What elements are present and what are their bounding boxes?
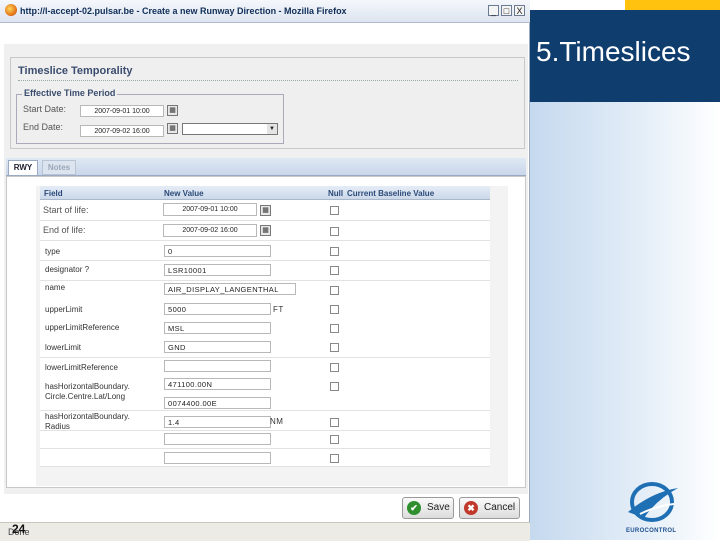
close-icon: ✖ (464, 501, 478, 515)
save-button[interactable]: ✔ Save (402, 497, 454, 519)
null-checkbox-empty[interactable] (330, 454, 339, 463)
radius-input[interactable]: 1.4 (164, 416, 271, 428)
save-button-label: Save (427, 502, 450, 513)
field-label-upper-limit-reference: upperLimitReference (45, 323, 120, 332)
null-checkbox-name[interactable] (330, 286, 339, 295)
section-divider (18, 80, 518, 81)
start-date-input[interactable]: 2007-09-01 10:00 (80, 105, 164, 117)
end-of-life-calendar-icon[interactable]: ▦ (260, 225, 271, 236)
end-date-input[interactable]: 2007-09-02 16:00 (80, 125, 164, 137)
field-label-line: Radius (45, 421, 70, 431)
column-header-null: Null (328, 189, 344, 198)
field-label-line: hasHorizontalBoundary. (45, 382, 130, 391)
field-label-designator: designator ? (45, 265, 90, 274)
field-label-type: type (45, 247, 61, 256)
end-date-label: End Date: (23, 122, 64, 132)
field-label-start-of-life: Start of life: (43, 205, 89, 215)
empty-field-input[interactable] (164, 433, 271, 445)
eurocontrol-logo: EUROCONTROL (622, 478, 682, 540)
maximize-button[interactable]: □ (501, 5, 512, 16)
start-of-life-input[interactable]: 2007-09-01 10:00 (163, 203, 257, 216)
null-checkbox-radius[interactable] (330, 418, 339, 427)
field-label-end-of-life: End of life: (43, 225, 86, 235)
name-input[interactable]: AIR_DISPLAY_LANGENTHAL (164, 283, 296, 295)
field-label-lower-limit-reference: lowerLimitReference (45, 363, 118, 372)
field-label-name: name (45, 283, 66, 292)
radius-unit: NM (270, 417, 284, 426)
lower-limit-input[interactable]: GND (164, 341, 271, 353)
designator-input[interactable]: LSR10001 (164, 264, 271, 276)
start-date-label: Start Date: (23, 104, 67, 114)
end-date-select[interactable]: ▼ (182, 123, 278, 135)
null-checkbox-circle-centre[interactable] (330, 382, 339, 391)
end-of-life-input[interactable]: 2007-09-02 16:00 (163, 224, 257, 237)
circle-centre-lat-input[interactable]: 471100.00N (164, 378, 271, 390)
cancel-button[interactable]: ✖ Cancel (459, 497, 520, 519)
field-label-circle-centre: hasHorizontalBoundary. Circle.Centre.Lat… (45, 382, 130, 401)
cancel-button-label: Cancel (484, 502, 516, 513)
slide-top-accent (625, 0, 720, 10)
null-checkbox-end-of-life[interactable] (330, 227, 339, 236)
field-label-upper-limit: upperLimit (45, 305, 83, 314)
tab-notes[interactable]: Notes (42, 160, 76, 175)
page-number: 24 (12, 522, 26, 536)
temporality-title: Timeslice Temporality (18, 65, 133, 77)
null-checkbox-designator[interactable] (330, 266, 339, 275)
null-checkbox-upper-limit[interactable] (330, 305, 339, 314)
close-window-button[interactable]: X (514, 5, 525, 16)
start-date-calendar-icon[interactable]: ▦ (167, 105, 178, 116)
logo-text: EUROCONTROL (626, 528, 677, 534)
field-label-lower-limit: lowerLimit (45, 343, 82, 352)
start-of-life-calendar-icon[interactable]: ▦ (260, 205, 271, 216)
column-header-baseline: Current Baseline Value (347, 189, 435, 198)
circle-centre-long-input[interactable]: 0074400.00E (164, 397, 271, 409)
tab-strip (6, 158, 526, 176)
slide-title: 5.Timeslices (536, 36, 691, 67)
check-icon: ✔ (407, 501, 421, 515)
field-label-line: Circle.Centre.Lat/Long (45, 391, 126, 401)
upper-limit-reference-input[interactable]: MSL (164, 322, 271, 334)
slide-side-panel (530, 102, 720, 540)
effective-period-legend: Effective Time Period (22, 88, 118, 98)
column-header-field: Field (44, 189, 63, 198)
empty-field-input[interactable] (164, 452, 271, 464)
type-input[interactable]: 0 (164, 245, 271, 257)
lower-limit-reference-input[interactable] (164, 360, 271, 372)
null-checkbox-empty[interactable] (330, 435, 339, 444)
null-checkbox-start-of-life[interactable] (330, 206, 339, 215)
null-checkbox-lower-limit[interactable] (330, 343, 339, 352)
chevron-down-icon: ▼ (267, 124, 277, 134)
tab-rwy[interactable]: RWY (8, 160, 38, 175)
null-checkbox-upper-limit-reference[interactable] (330, 324, 339, 333)
firefox-icon (5, 4, 17, 16)
end-date-calendar-icon[interactable]: ▦ (167, 123, 178, 134)
column-header-new-value: New Value (164, 189, 204, 198)
window-title: http://l-accept-02.pulsar.be - Create a … (20, 6, 347, 16)
minimize-button[interactable]: _ (488, 5, 499, 16)
field-label-line: hasHorizontalBoundary. (45, 412, 130, 421)
status-bar (0, 522, 530, 541)
upper-limit-unit: FT (273, 305, 284, 314)
upper-limit-input[interactable]: 5000 (164, 303, 271, 315)
null-checkbox-lower-limit-reference[interactable] (330, 363, 339, 372)
null-checkbox-type[interactable] (330, 247, 339, 256)
field-label-radius: hasHorizontalBoundary. Radius (45, 412, 130, 431)
